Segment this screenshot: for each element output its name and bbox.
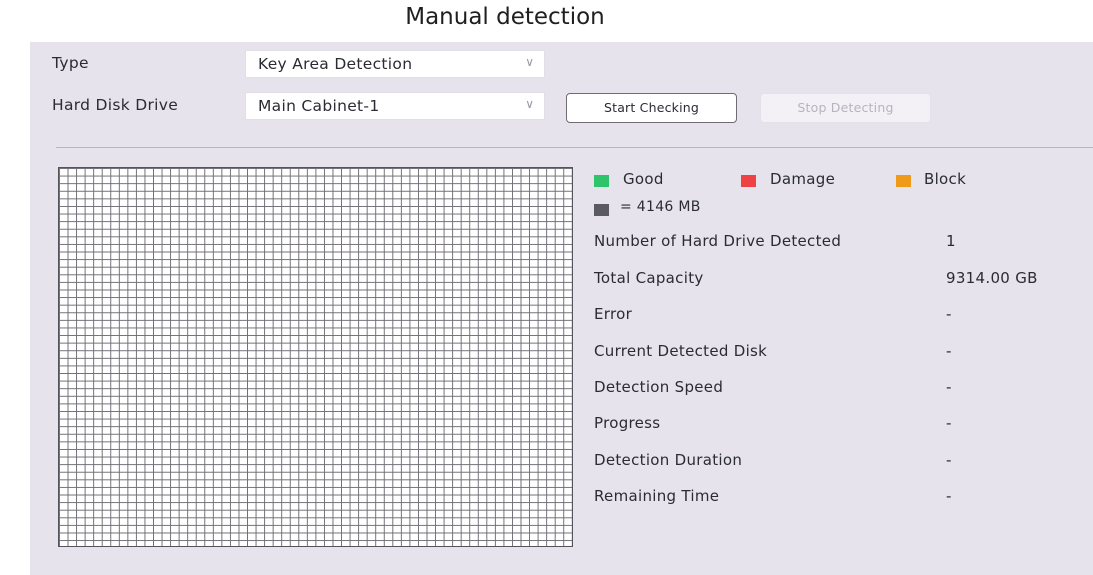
block-unit-size: = 4146 MB: [620, 199, 701, 215]
block-swatch: [896, 175, 911, 187]
good-swatch: [594, 175, 609, 187]
stat-label-total-capacity: Total Capacity: [594, 269, 704, 287]
stat-label-current-disk: Current Detected Disk: [594, 342, 768, 360]
stat-value-progress: -: [946, 414, 952, 432]
stat-label-drives-detected: Number of Hard Drive Detected: [594, 232, 842, 250]
legend-good: Good: [623, 170, 664, 188]
legend-block: Block: [924, 170, 967, 188]
stat-label-detection-duration: Detection Duration: [594, 451, 743, 469]
damage-swatch: [741, 175, 756, 187]
stat-value-drives-detected: 1: [946, 232, 956, 250]
stat-value-total-capacity: 9314.00 GB: [946, 269, 1038, 287]
stat-label-detection-speed: Detection Speed: [594, 378, 724, 396]
start-checking-button[interactable]: Start Checking: [566, 93, 737, 123]
stat-value-current-disk: -: [946, 342, 952, 360]
hdd-label: Hard Disk Drive: [52, 96, 179, 114]
stat-value-detection-duration: -: [946, 451, 952, 469]
stat-value-error: -: [946, 305, 952, 323]
type-select-value: Key Area Detection: [258, 55, 413, 73]
stat-value-remaining-time: -: [946, 487, 952, 505]
stat-label-remaining-time: Remaining Time: [594, 487, 720, 505]
disk-block-map: [58, 167, 573, 547]
stat-label-progress: Progress: [594, 414, 661, 432]
page-title: Manual detection: [405, 4, 605, 30]
type-select[interactable]: Key Area Detection ∨: [245, 50, 545, 78]
type-label: Type: [52, 54, 89, 72]
manual-detection-panel: Type Key Area Detection ∨ Hard Disk Driv…: [30, 42, 1093, 575]
stat-value-detection-speed: -: [946, 378, 952, 396]
hdd-select[interactable]: Main Cabinet-1 ∨: [245, 92, 545, 120]
divider: [56, 147, 1093, 148]
chevron-down-icon: ∨: [525, 97, 534, 111]
stop-detecting-button[interactable]: Stop Detecting: [760, 93, 931, 123]
chevron-down-icon: ∨: [525, 55, 534, 69]
unit-swatch: [594, 204, 609, 216]
stat-label-error: Error: [594, 305, 633, 323]
legend-damage: Damage: [770, 170, 836, 188]
hdd-select-value: Main Cabinet-1: [258, 97, 380, 115]
